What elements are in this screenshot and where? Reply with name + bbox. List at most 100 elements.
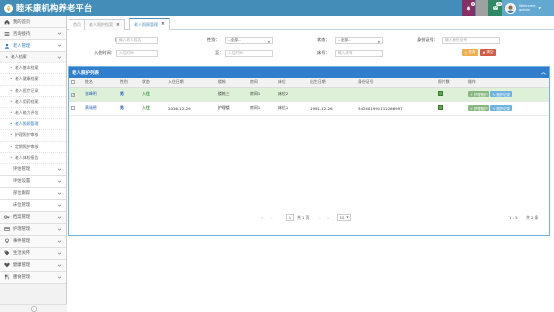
table-row[interactable]: 黄瑞德 男 入住 2016-12-29 护理楼 房间1 床位1 1991-12-… bbox=[69, 101, 549, 116]
col-header[interactable]: 状态 bbox=[140, 78, 166, 88]
sidebar-item-care[interactable]: 生活关怀 bbox=[0, 247, 66, 260]
sidebar-subitem[interactable]: • 老人能力评估 bbox=[0, 107, 66, 120]
sidebar-group[interactable]: 评估管理 bbox=[0, 163, 66, 176]
sidebar-item-elder[interactable]: 老人管理 bbox=[0, 40, 66, 52]
cell-name: 黄瑞德 bbox=[83, 101, 118, 116]
caret-right-icon: ▸ bbox=[6, 54, 9, 60]
panel-header: 老人照护列表 ︿ bbox=[69, 67, 549, 78]
gender-select[interactable]: --全部-- ▼ bbox=[225, 37, 273, 44]
tab-elder-archive[interactable]: 老人照护档案 ✖ bbox=[84, 19, 125, 30]
home-icon bbox=[4, 19, 10, 25]
next-page-button[interactable]: › bbox=[319, 214, 321, 221]
bed-field[interactable]: 输入床号 bbox=[335, 50, 383, 57]
tab-home[interactable]: 首页 bbox=[69, 19, 85, 30]
col-header[interactable]: 姓名 bbox=[83, 78, 118, 88]
sidebar-item-consult[interactable]: 咨询接待 bbox=[0, 28, 66, 40]
search-button[interactable]: ⚲ 查询 bbox=[462, 49, 478, 56]
tab-elder-care[interactable]: 老人照顾管理 ✖ bbox=[129, 18, 170, 30]
name-field[interactable]: 输入老人姓名 bbox=[116, 37, 158, 44]
cell-idno bbox=[356, 87, 436, 102]
table-row[interactable]: ✓ 张峰明 男 入住 楼栋三 房间1 床位2 + 护理照护 ✎ 照护记录 bbox=[69, 87, 549, 102]
user-menu[interactable]: Welcome, admin ▼ bbox=[502, 0, 554, 16]
page-size-select[interactable]: 10 ▼ bbox=[337, 214, 351, 221]
close-icon[interactable]: ✖ bbox=[116, 23, 120, 28]
search-button-label: 查询 bbox=[468, 50, 476, 54]
care-record-button[interactable]: ✎ 照护记录 bbox=[490, 91, 512, 97]
select-all-checkbox[interactable] bbox=[71, 79, 75, 84]
sidebar-collapse-button[interactable]: « bbox=[0, 304, 67, 312]
bullet-icon: • bbox=[10, 154, 13, 160]
col-header[interactable]: 照片数 bbox=[436, 78, 466, 88]
sidebar-item-health[interactable]: 健康管理 bbox=[0, 259, 66, 272]
sidebar-group[interactable]: 评估设置 bbox=[0, 175, 66, 188]
col-header[interactable]: 房间 bbox=[248, 78, 276, 88]
sidebar-subitem[interactable]: • 老人医疗记录 bbox=[0, 85, 66, 97]
chevron-down-icon bbox=[57, 216, 62, 219]
col-header[interactable]: 身份证号 bbox=[356, 78, 436, 88]
sidebar-subitem-label: 老人用药档案 bbox=[15, 98, 39, 104]
care-record-button[interactable]: ✎ 照护记录 bbox=[490, 105, 512, 111]
cell-status: 入住 bbox=[140, 101, 166, 116]
user-name: admin bbox=[519, 8, 531, 12]
row-checkbox[interactable] bbox=[71, 105, 75, 110]
sidebar-subitem[interactable]: • 老人体检报告 bbox=[0, 152, 66, 164]
sidebar-subitem-active[interactable]: • 老人照顾管理 bbox=[0, 119, 66, 131]
sidebar-item-archive[interactable]: 档案管理 bbox=[0, 211, 66, 224]
prev-page-button[interactable]: ‹ bbox=[271, 214, 273, 221]
tab-label: 老人照顾管理 bbox=[134, 21, 158, 27]
sidebar-subitem[interactable]: • 老人健康档案 bbox=[0, 74, 66, 86]
photo-icon[interactable] bbox=[438, 91, 443, 96]
chevron-down-icon bbox=[57, 264, 62, 267]
sidebar-subitem[interactable]: • 护理照护审核 bbox=[0, 130, 66, 142]
col-header[interactable]: 出生日期 bbox=[308, 78, 356, 88]
col-header[interactable] bbox=[69, 78, 83, 88]
bed-label: 床号： bbox=[317, 50, 330, 55]
first-page-button[interactable]: « bbox=[261, 214, 263, 221]
sidebar-subitem[interactable]: • 老人用药档案 bbox=[0, 96, 66, 108]
page-input[interactable]: 1 bbox=[286, 214, 294, 221]
col-header[interactable]: 性别 bbox=[118, 78, 140, 88]
status-select[interactable]: --全部-- ▼ bbox=[335, 37, 383, 44]
col-header[interactable]: 入住日期 bbox=[166, 78, 216, 88]
sidebar-item-event[interactable]: 事件管理 bbox=[0, 235, 66, 248]
sidebar-group-label: 评估设置 bbox=[13, 179, 31, 185]
id-field[interactable]: 输入身份证号 bbox=[442, 37, 500, 44]
bullet-icon: • bbox=[10, 65, 13, 71]
caret-down-icon: ▼ bbox=[346, 216, 349, 219]
row-checkbox[interactable]: ✓ bbox=[71, 92, 75, 97]
sidebar-item-home[interactable]: 我的首页 bbox=[0, 16, 66, 28]
last-page-button[interactable]: » bbox=[327, 214, 329, 221]
add-care-button[interactable]: + 护理照护 bbox=[468, 91, 490, 97]
chevron-up-icon[interactable]: ︿ bbox=[541, 69, 546, 76]
sidebar-item-label: 健康管理 bbox=[13, 263, 31, 269]
col-header[interactable]: 楼栋 bbox=[216, 78, 248, 88]
brand[interactable]: 睦禾康机构养老平台 bbox=[4, 2, 92, 14]
sidebar-subitem[interactable]: • 老人基本档案 bbox=[0, 63, 66, 75]
date-to-field[interactable]: 入住时间 bbox=[225, 50, 273, 57]
notification-button[interactable]: 8 bbox=[462, 0, 475, 16]
top-navbar: 睦禾康机构养老平台 8 20 Welcome, admin ▼ bbox=[0, 0, 554, 16]
sidebar-item-label: 膳食管理 bbox=[13, 275, 31, 281]
tab-label: 老人照护档案 bbox=[89, 22, 113, 27]
sidebar-subgroup-elder-archive[interactable]: ▸ 老人档案 bbox=[0, 52, 66, 64]
sidebar: 我的首页 咨询接待 老人管理 ▸ 老人档案 • 老人基本档案 • 老人健康档案 • 老… bbox=[0, 16, 67, 312]
cell-building: 护理楼 bbox=[216, 101, 248, 116]
sidebar-subitem[interactable]: • 定期照护审核 bbox=[0, 141, 66, 153]
cell-room: 房间1 bbox=[248, 87, 276, 102]
date-from-field[interactable]: 入住时间 bbox=[116, 50, 158, 57]
sidebar-item-meal[interactable]: 膳食管理 bbox=[0, 271, 66, 284]
sidebar-item-nursing[interactable]: 护理管理 bbox=[0, 223, 66, 236]
spacer-button[interactable] bbox=[476, 0, 488, 16]
add-care-button[interactable]: + 护理照护 bbox=[468, 105, 490, 111]
clear-button[interactable]: ✖ 清空 bbox=[480, 49, 496, 56]
sidebar-group[interactable]: 床位管理 bbox=[0, 199, 66, 212]
caret-down-icon: ▼ bbox=[267, 39, 270, 44]
sidebar-subitem-label: 老人照顾管理 bbox=[15, 121, 39, 127]
photo-icon[interactable] bbox=[438, 105, 443, 110]
sidebar-subitem-label: 老人体检报告 bbox=[15, 154, 39, 160]
sidebar-group[interactable]: 部位跟踪 bbox=[0, 187, 66, 200]
sidebar-subitem-label: 护理照护审核 bbox=[15, 132, 39, 138]
mail-button[interactable]: 20 bbox=[488, 0, 502, 16]
col-header[interactable]: 床位 bbox=[276, 78, 308, 88]
close-icon[interactable]: ✖ bbox=[161, 22, 165, 27]
